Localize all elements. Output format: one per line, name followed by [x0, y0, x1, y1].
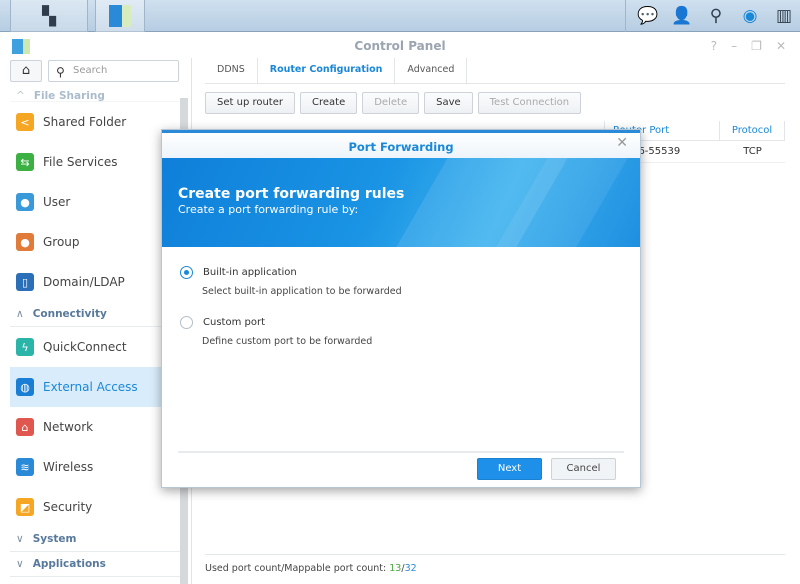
setup-router-button[interactable]: Set up router [205, 92, 295, 114]
dialog-subheading: Create a port forwarding rule by: [178, 203, 359, 216]
main-menu-icon: ▚ [42, 5, 56, 27]
delete-button[interactable]: Delete [362, 92, 420, 114]
column-header-protocol[interactable]: Protocol [720, 121, 785, 140]
option-description: Define custom port to be forwarded [202, 336, 373, 347]
section-applications[interactable]: ∨ Applications [10, 552, 180, 577]
radio-built-in-application[interactable]: Built-in application [180, 261, 622, 283]
dialog-close-icon[interactable]: ✕ [616, 135, 628, 151]
sidebar-item-file-services[interactable]: ⇆ File Services [10, 142, 180, 182]
sidebar-item-external-access[interactable]: ◍ External Access [10, 367, 180, 407]
home-button[interactable]: ⌂ [10, 60, 42, 82]
chevron-up-icon: ∧ [16, 308, 24, 320]
network-icon: ⌂ [16, 418, 34, 436]
domain-ldap-icon: ▯ [16, 273, 34, 291]
section-label: Applications [32, 558, 106, 570]
dialog-banner: Create port forwarding rules Create a po… [162, 158, 640, 247]
sidebar-item-label: Network [43, 420, 94, 434]
dialog-title: Port Forwarding [162, 130, 640, 158]
section-file-sharing[interactable]: ^ File Sharing [10, 90, 180, 102]
option-description: Select built-in application to be forwar… [202, 286, 402, 297]
sidebar-item-domain-ldap[interactable]: ▯ Domain/LDAP [10, 262, 180, 302]
section-connectivity[interactable]: ∧ Connectivity [10, 302, 180, 327]
notification-icon[interactable]: 💬 [637, 6, 658, 26]
section-label: System [32, 533, 77, 545]
dsm-help-icon[interactable]: ◉ [740, 6, 760, 26]
tab-ddns[interactable]: DDNS [205, 58, 258, 83]
tab-router-configuration[interactable]: Router Configuration [258, 58, 396, 83]
help-button[interactable]: ? [711, 34, 717, 58]
divider [178, 451, 624, 453]
sidebar-item-label: Shared Folder [43, 115, 127, 129]
widgets-icon[interactable]: ▥ [774, 6, 794, 26]
option-label: Custom port [203, 316, 265, 328]
port-count-status: Used port count/Mappable port count: 13/… [205, 554, 785, 574]
sidebar-item-label: External Access [43, 380, 138, 394]
test-connection-button[interactable]: Test Connection [477, 92, 582, 114]
search-input[interactable]: ⚲ Search [48, 60, 179, 82]
cancel-button[interactable]: Cancel [551, 458, 616, 480]
security-icon: ◩ [16, 498, 34, 516]
sidebar-item-security[interactable]: ◩ Security [10, 487, 180, 527]
window-title: Control Panel [354, 39, 446, 53]
minimize-button[interactable]: – [731, 34, 737, 58]
port-count-label: Used port count/Mappable port count: [205, 563, 387, 574]
wireless-icon: ≋ [16, 458, 34, 476]
search-icon: ⚲ [56, 65, 65, 79]
sidebar-item-quickconnect[interactable]: ϟ QuickConnect [10, 327, 180, 367]
chevron-down-icon: ∨ [16, 558, 24, 570]
tab-advanced[interactable]: Advanced [395, 58, 468, 83]
chevron-down-icon: ∨ [16, 533, 24, 545]
radio-button-selected[interactable] [180, 265, 193, 279]
sidebar-item-label: Wireless [43, 460, 94, 474]
sidebar-item-label: File Services [43, 155, 118, 169]
sidebar-item-shared-folder[interactable]: < Shared Folder [10, 102, 180, 142]
section-label: Connectivity [32, 308, 107, 320]
maximize-button[interactable]: ❐ [751, 34, 762, 58]
sidebar-item-wireless[interactable]: ≋ Wireless [10, 447, 180, 487]
mappable-port-count: 32 [404, 563, 417, 574]
control-panel-icon [109, 5, 131, 27]
quickconnect-icon: ϟ [16, 338, 34, 356]
user-icon[interactable]: 👤 [671, 6, 692, 26]
search-icon[interactable]: ⚲ [706, 6, 726, 26]
protocol-cell: TCP [743, 146, 762, 157]
sidebar-item-group[interactable]: ● Group [10, 222, 180, 262]
sidebar-item-label: Domain/LDAP [43, 275, 125, 289]
create-button[interactable]: Create [300, 92, 358, 114]
save-button[interactable]: Save [424, 92, 473, 114]
section-label: File Sharing [33, 90, 105, 102]
user-icon: ● [16, 193, 34, 211]
radio-custom-port[interactable]: Custom port [180, 311, 622, 333]
section-system[interactable]: ∨ System [10, 527, 180, 552]
close-button[interactable]: ✕ [776, 34, 786, 58]
search-placeholder: Search [73, 65, 108, 76]
title-bar: Control Panel ? – ❐ ✕ [0, 34, 800, 58]
sidebar-item-user[interactable]: ● User [10, 182, 180, 222]
home-icon: ⌂ [21, 63, 31, 78]
control-panel-taskbar-button[interactable] [95, 0, 145, 32]
main-menu-button[interactable]: ▚ [10, 0, 88, 32]
dialog-heading: Create port forwarding rules [178, 186, 405, 202]
file-services-icon: ⇆ [16, 153, 34, 171]
next-button[interactable]: Next [477, 458, 542, 480]
option-label: Built-in application [203, 266, 297, 278]
taskbar: ▚ 💬 👤 ⚲ ◉ ▥ [0, 0, 800, 32]
radio-button[interactable] [180, 315, 193, 329]
used-port-count: 13 [389, 563, 402, 574]
control-panel-icon [12, 39, 30, 54]
external-access-icon: ◍ [16, 378, 34, 396]
sidebar-item-label: User [43, 195, 71, 209]
sidebar-item-label: Security [43, 500, 93, 514]
sidebar-item-network[interactable]: ⌂ Network [10, 407, 180, 447]
group-icon: ● [16, 233, 34, 251]
sidebar-item-label: QuickConnect [43, 340, 127, 354]
sidebar-item-label: Group [43, 235, 80, 249]
port-forwarding-dialog: Port Forwarding ✕ Create port forwarding… [161, 129, 641, 488]
shared-folder-icon: < [16, 113, 34, 131]
